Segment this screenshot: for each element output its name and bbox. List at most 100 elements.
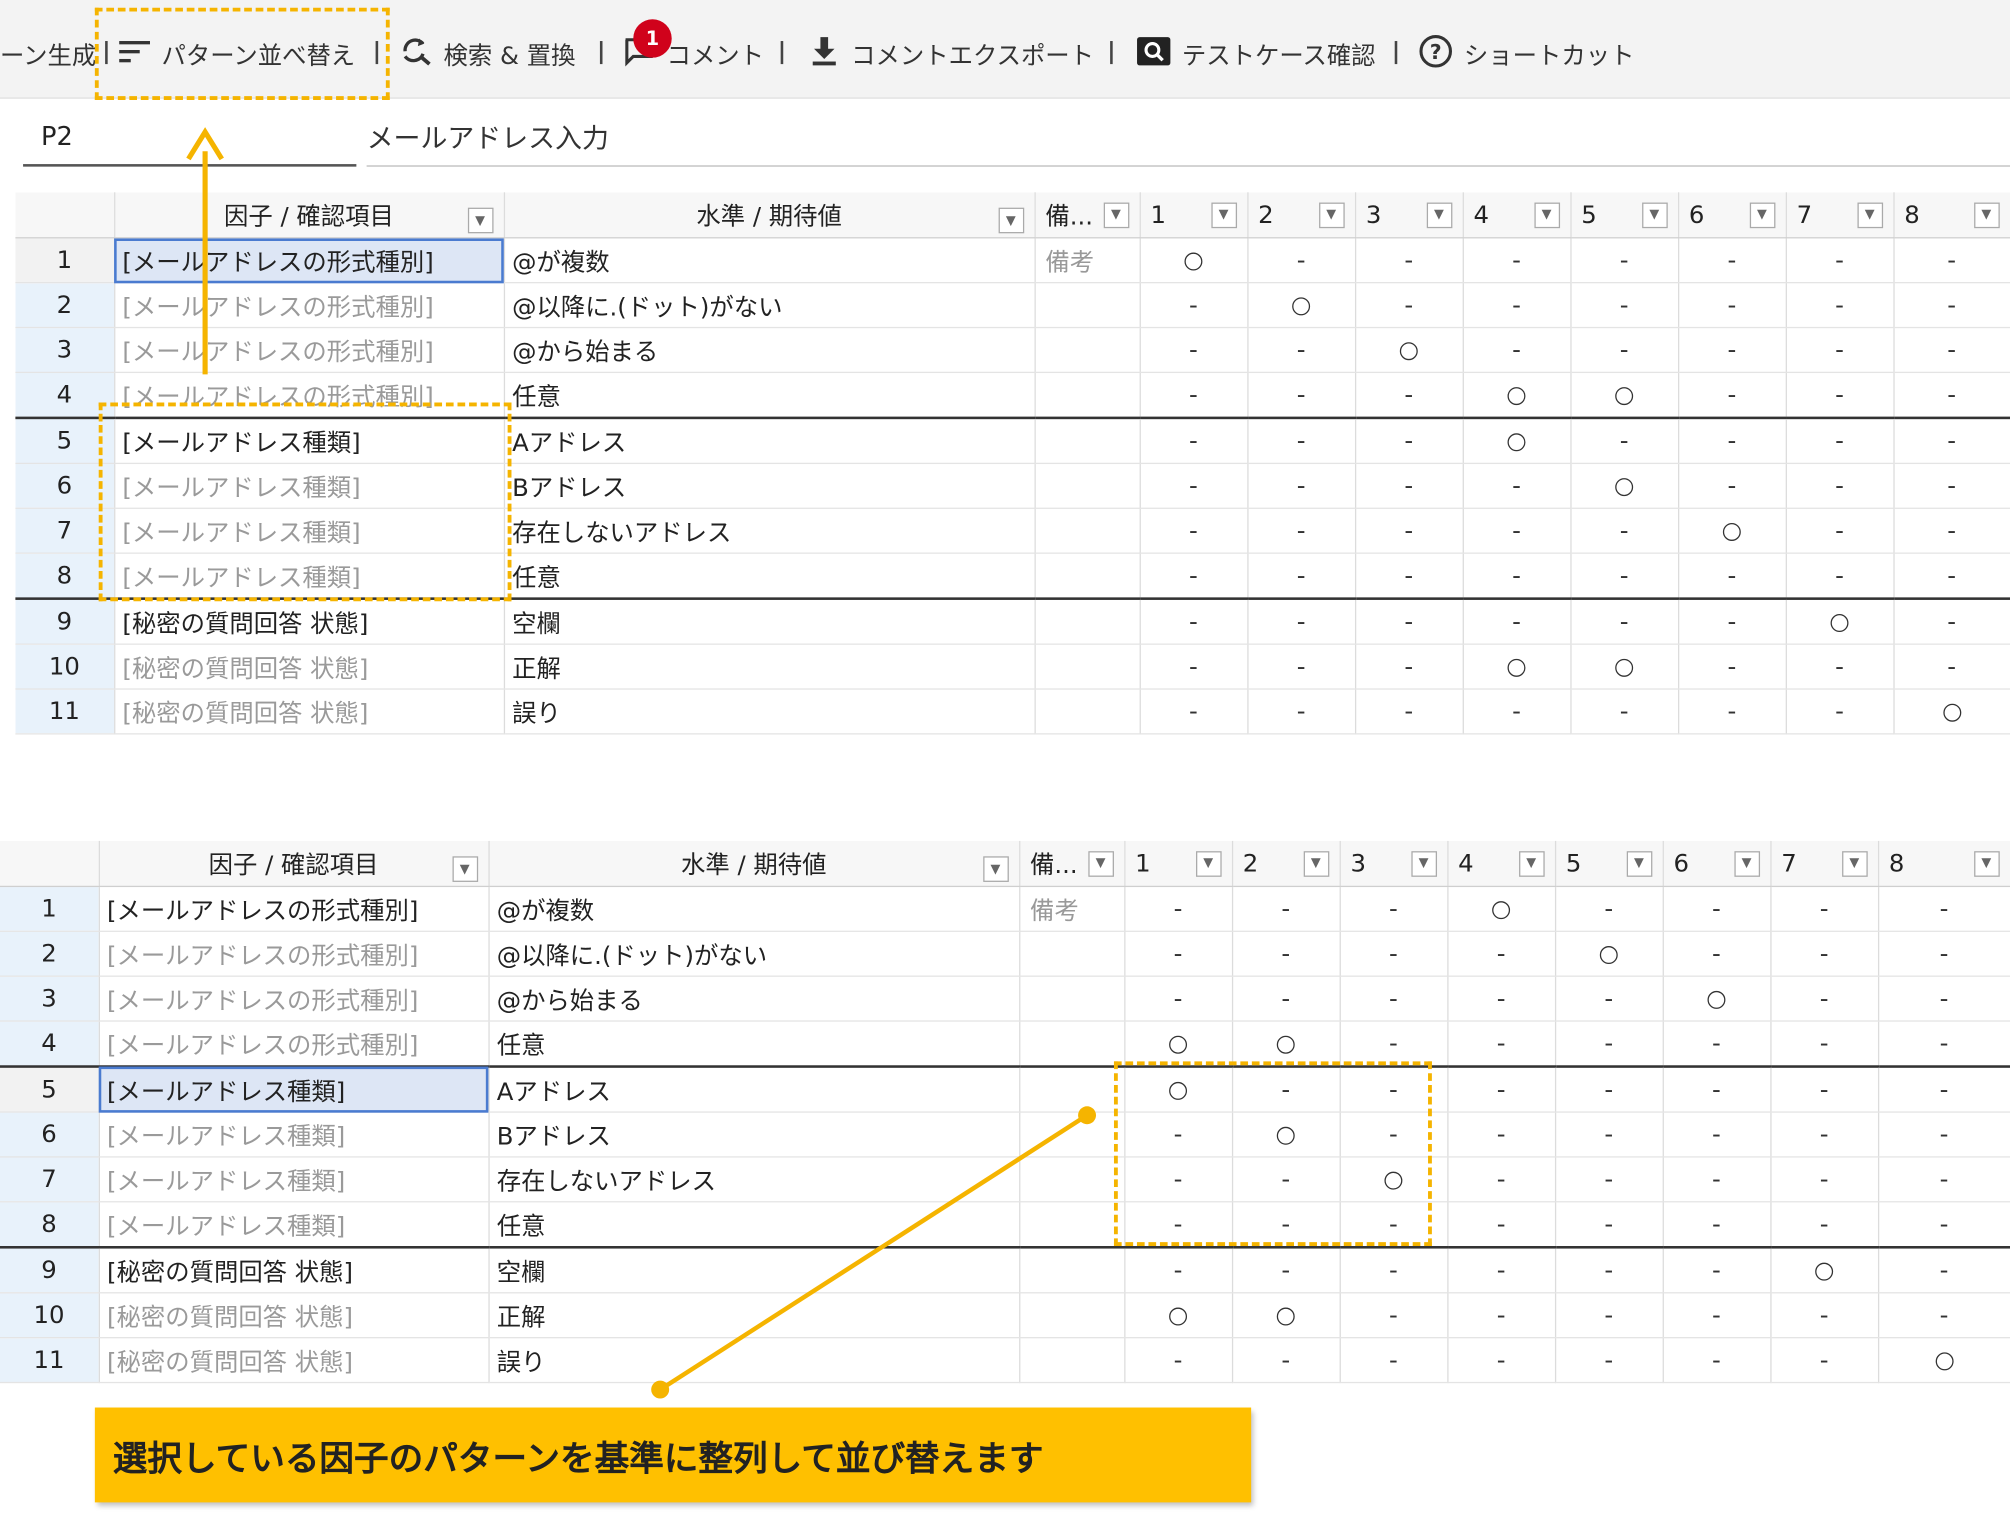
column-header-pattern[interactable]: 7 ▼	[1785, 192, 1895, 239]
column-header-level[interactable]: 水準 / 期待値 ▼	[503, 192, 1036, 239]
pattern-cell[interactable]: -	[1662, 1201, 1771, 1248]
filter-dropdown-icon[interactable]: ▼	[1318, 201, 1345, 228]
filter-dropdown-icon[interactable]: ▼	[1210, 201, 1237, 228]
pattern-cell[interactable]: -	[1354, 416, 1464, 465]
pattern-cell[interactable]: -	[1231, 1246, 1341, 1294]
pattern-cell[interactable]: -	[1124, 886, 1233, 932]
column-header-pattern[interactable]: 6 ▼	[1662, 840, 1771, 888]
row-number[interactable]: 10	[0, 1292, 100, 1339]
level-cell[interactable]: @が複数	[488, 886, 1020, 932]
pattern-cell[interactable]	[1893, 689, 2010, 735]
pattern-cell[interactable]: -	[1662, 1065, 1771, 1113]
pattern-cell[interactable]: -	[1678, 282, 1787, 329]
pattern-cell[interactable]	[1770, 1246, 1879, 1294]
level-cell[interactable]: @以降に.(ドット)がない	[488, 931, 1020, 977]
pattern-cell[interactable]: -	[1678, 237, 1787, 284]
row-number[interactable]: 11	[0, 1337, 100, 1384]
pattern-cell[interactable]: -	[1554, 1292, 1664, 1339]
filter-dropdown-icon[interactable]: ▼	[1533, 201, 1560, 228]
row-number[interactable]: 10	[15, 644, 115, 690]
factor-cell[interactable]: [メールアドレスの形式種別]	[98, 931, 490, 977]
level-cell[interactable]: Aアドレス	[503, 416, 1036, 465]
row-number[interactable]: 4	[0, 1021, 100, 1068]
column-header-pattern[interactable]: 8 ▼	[1893, 192, 2010, 239]
pattern-cell[interactable]: -	[1339, 1021, 1448, 1068]
comment-export-button[interactable]: コメントエクスポート	[808, 36, 1094, 72]
pattern-cell[interactable]: -	[1462, 327, 1571, 374]
level-cell[interactable]: 任意	[488, 1021, 1020, 1068]
pattern-cell[interactable]	[1354, 327, 1464, 374]
filter-dropdown-icon[interactable]: ▼	[1518, 850, 1545, 877]
filter-dropdown-icon[interactable]: ▼	[1841, 850, 1868, 877]
row-number[interactable]: 2	[15, 282, 115, 329]
factor-cell[interactable]: [メールアドレスの形式種別]	[98, 886, 490, 932]
row-number[interactable]: 3	[0, 976, 100, 1022]
pattern-cell[interactable]: -	[1139, 644, 1248, 690]
note-cell[interactable]	[1019, 1156, 1125, 1203]
pattern-cell[interactable]: -	[1139, 689, 1248, 735]
pattern-cell[interactable]: -	[1570, 597, 1679, 645]
pattern-cell[interactable]: -	[1447, 1337, 1556, 1384]
pattern-cell[interactable]: -	[1354, 282, 1464, 329]
pattern-cell[interactable]: -	[1678, 416, 1787, 465]
pattern-cell[interactable]: -	[1462, 597, 1571, 645]
pattern-cell[interactable]: -	[1447, 1156, 1556, 1203]
column-header-pattern[interactable]: 5 ▼	[1570, 192, 1679, 239]
filter-dropdown-icon[interactable]: ▼	[1087, 850, 1114, 877]
pattern-cell[interactable]: -	[1247, 644, 1356, 690]
factor-cell[interactable]: [メールアドレス種類]	[98, 1065, 490, 1113]
pattern-cell[interactable]: -	[1893, 237, 2010, 284]
pattern-cell[interactable]: -	[1570, 237, 1679, 284]
column-header-note[interactable]: 備... ▼	[1019, 840, 1125, 888]
pattern-cell[interactable]: -	[1570, 416, 1679, 465]
pattern-cell[interactable]: -	[1678, 689, 1787, 735]
pattern-cell[interactable]: -	[1139, 327, 1248, 374]
level-cell[interactable]: @から始まる	[503, 327, 1036, 374]
factor-cell[interactable]: [メールアドレスの形式種別]	[114, 327, 505, 374]
level-cell[interactable]: 誤り	[503, 689, 1036, 735]
level-cell[interactable]: 任意	[503, 372, 1036, 419]
factor-cell[interactable]: [秘密の質問回答 状態]	[98, 1246, 490, 1294]
pattern-cell[interactable]: -	[1570, 553, 1679, 600]
note-cell[interactable]	[1034, 282, 1141, 329]
column-header-pattern[interactable]: 4 ▼	[1447, 840, 1556, 888]
pattern-cell[interactable]: -	[1877, 1246, 2010, 1294]
level-cell[interactable]: 誤り	[488, 1337, 1020, 1384]
pattern-cell[interactable]: -	[1678, 644, 1787, 690]
factor-cell[interactable]: [メールアドレスの形式種別]	[98, 976, 490, 1022]
level-cell[interactable]: 任意	[503, 553, 1036, 600]
factor-cell[interactable]: [秘密の質問回答 状態]	[114, 644, 505, 690]
pattern-cell[interactable]: -	[1662, 1112, 1771, 1158]
factor-cell[interactable]: [秘密の質問回答 状態]	[114, 689, 505, 735]
pattern-cell[interactable]: -	[1339, 1292, 1448, 1339]
filter-dropdown-icon[interactable]: ▼	[1973, 201, 2000, 228]
filter-dropdown-icon[interactable]: ▼	[451, 856, 478, 882]
level-cell[interactable]: Aアドレス	[488, 1065, 1020, 1113]
row-number[interactable]: 11	[15, 689, 115, 735]
pattern-cell[interactable]: -	[1570, 689, 1679, 735]
pattern-cell[interactable]: -	[1231, 976, 1341, 1022]
pattern-cell[interactable]: -	[1447, 976, 1556, 1022]
row-number[interactable]: 5	[0, 1065, 100, 1113]
pattern-cell[interactable]: -	[1893, 553, 2010, 600]
note-cell[interactable]	[1034, 416, 1141, 465]
column-header-factor[interactable]: 因子 / 確認項目 ▼	[98, 840, 490, 888]
filter-dropdown-icon[interactable]: ▼	[1626, 850, 1652, 877]
pattern-cell[interactable]: -	[1678, 463, 1787, 509]
level-cell[interactable]: 正解	[503, 644, 1036, 690]
pattern-cell[interactable]: -	[1247, 416, 1356, 465]
pattern-cell[interactable]: -	[1877, 1156, 2010, 1203]
factor-cell[interactable]: [メールアドレスの形式種別]	[114, 237, 505, 284]
pattern-cell[interactable]: -	[1570, 508, 1679, 554]
filter-dropdown-icon[interactable]: ▼	[467, 207, 493, 234]
note-cell[interactable]	[1019, 1201, 1125, 1248]
filter-dropdown-icon[interactable]: ▼	[1749, 201, 1775, 228]
pattern-cell[interactable]: -	[1554, 1021, 1664, 1068]
row-number[interactable]: 6	[0, 1112, 100, 1158]
pattern-cell[interactable]: -	[1770, 1065, 1879, 1113]
factor-cell[interactable]: [メールアドレス種類]	[98, 1201, 490, 1248]
pattern-cell[interactable]: -	[1247, 597, 1356, 645]
pattern-cell[interactable]: -	[1770, 1021, 1879, 1068]
note-cell[interactable]	[1034, 644, 1141, 690]
pattern-cell[interactable]: -	[1877, 1065, 2010, 1113]
